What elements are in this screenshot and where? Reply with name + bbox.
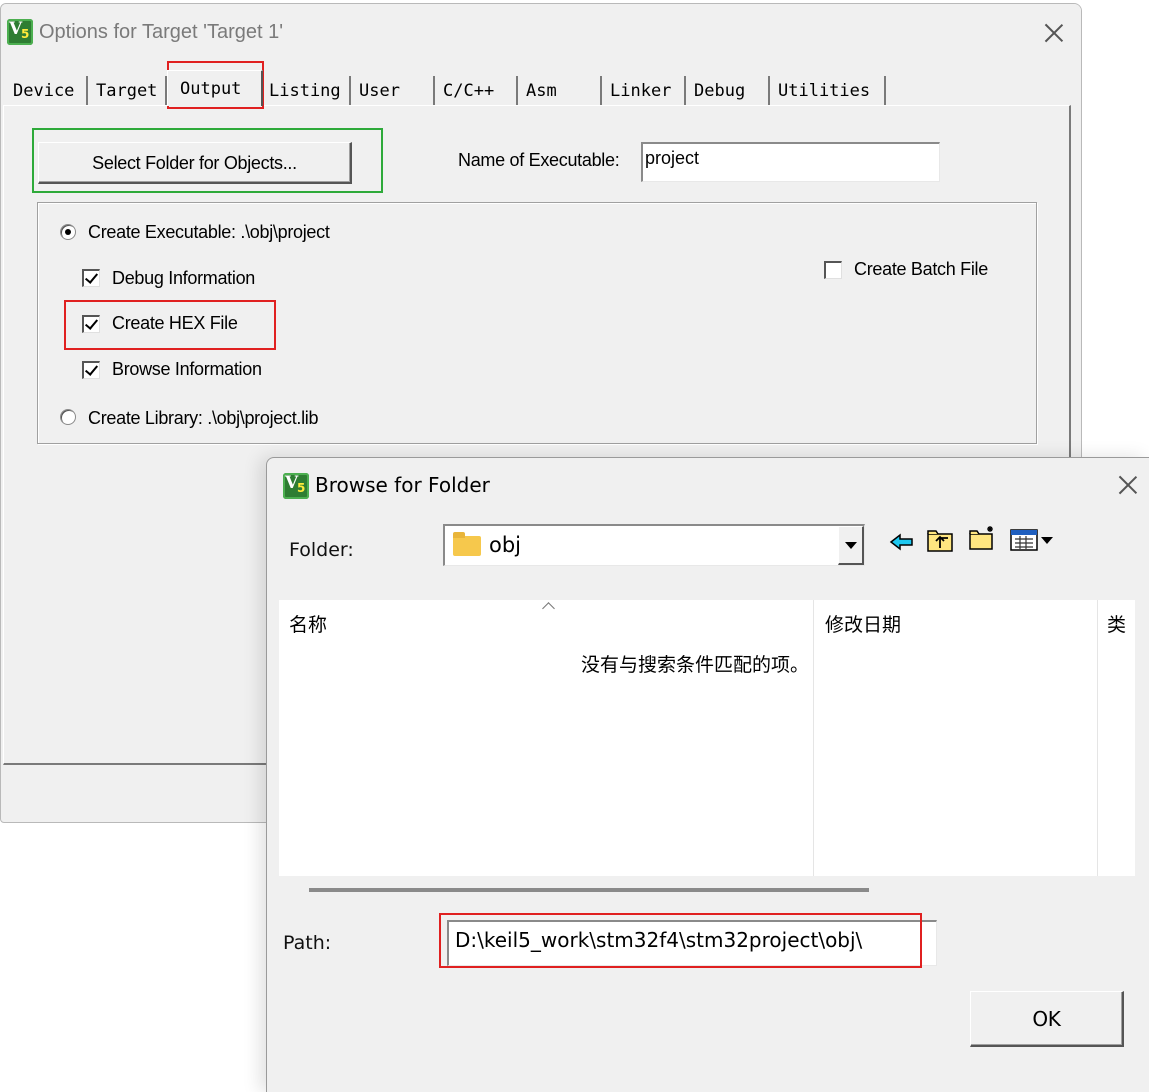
column-header-type[interactable]: 类 <box>1107 610 1133 637</box>
create-batch-checkbox[interactable] <box>824 261 842 279</box>
tab-target[interactable]: Target <box>90 76 167 106</box>
options-window-title: Options for Target 'Target 1' <box>39 21 284 43</box>
tab-utilities[interactable]: Utilities <box>772 76 886 106</box>
tab-output[interactable]: Output <box>167 70 263 106</box>
back-arrow-icon[interactable] <box>887 528 917 556</box>
new-folder-icon[interactable] <box>967 524 997 552</box>
keil-app-icon <box>7 19 33 45</box>
name-of-executable-label: Name of Executable: <box>458 150 620 170</box>
create-hex-label: Create HEX File <box>112 313 238 333</box>
create-library-radio[interactable] <box>60 409 76 425</box>
folder-combobox-value: obj <box>489 533 522 557</box>
browse-close-icon[interactable] <box>1117 474 1139 496</box>
tab-listing[interactable]: Listing <box>263 76 351 106</box>
create-hex-checkbox[interactable] <box>82 315 100 333</box>
debug-information-checkbox[interactable] <box>82 269 100 287</box>
tab-asm[interactable]: Asm <box>520 76 602 106</box>
path-label: Path: <box>283 932 332 954</box>
column-separator[interactable] <box>1097 600 1098 876</box>
options-close-icon[interactable] <box>1043 22 1065 44</box>
column-header-date[interactable]: 修改日期 <box>825 610 901 637</box>
ok-button[interactable]: OK <box>970 991 1124 1047</box>
tab-device[interactable]: Device <box>7 76 88 106</box>
keil-dialog-icon <box>283 473 309 499</box>
tab-user[interactable]: User <box>353 76 435 106</box>
folder-icon <box>453 532 481 556</box>
select-folder-button[interactable]: Select Folder for Objects... <box>38 142 352 184</box>
view-menu-icon[interactable] <box>1009 526 1059 554</box>
create-executable-radio[interactable] <box>60 224 76 240</box>
browse-information-label: Browse Information <box>112 359 262 379</box>
tab-linker[interactable]: Linker <box>604 76 686 106</box>
folder-dropdown-button[interactable] <box>838 526 864 565</box>
create-executable-label: Create Executable: .\obj\project <box>88 222 330 242</box>
debug-information-label: Debug Information <box>112 268 255 288</box>
path-input[interactable]: D:\keil5_work\stm32f4\stm32project\obj\ <box>447 920 937 966</box>
folder-list-view[interactable]: 名称 修改日期 类 没有与搜索条件匹配的项。 <box>279 600 1135 876</box>
empty-list-message: 没有与搜索条件匹配的项。 <box>581 654 810 676</box>
name-of-executable-input[interactable]: project <box>641 142 940 182</box>
create-batch-label: Create Batch File <box>854 259 988 279</box>
browse-dialog-title: Browse for Folder <box>315 473 490 497</box>
folder-label: Folder: <box>289 539 354 561</box>
column-header-name[interactable]: 名称 <box>289 610 327 637</box>
folder-combobox[interactable]: obj <box>443 524 865 566</box>
tab-debug[interactable]: Debug <box>688 76 770 106</box>
browse-information-checkbox[interactable] <box>82 361 100 379</box>
create-library-label: Create Library: .\obj\project.lib <box>88 408 319 428</box>
up-folder-icon[interactable] <box>925 526 955 554</box>
sort-ascending-icon <box>542 602 555 615</box>
horizontal-scrollbar[interactable] <box>309 888 869 892</box>
browse-folder-dialog: Browse for Folder Folder: obj 名称 修改日期 类 … <box>266 457 1149 1092</box>
column-separator[interactable] <box>813 600 814 876</box>
tab-c-cpp[interactable]: C/C++ <box>437 76 518 106</box>
options-titlebar: Options for Target 'Target 1' <box>1 4 1081 60</box>
